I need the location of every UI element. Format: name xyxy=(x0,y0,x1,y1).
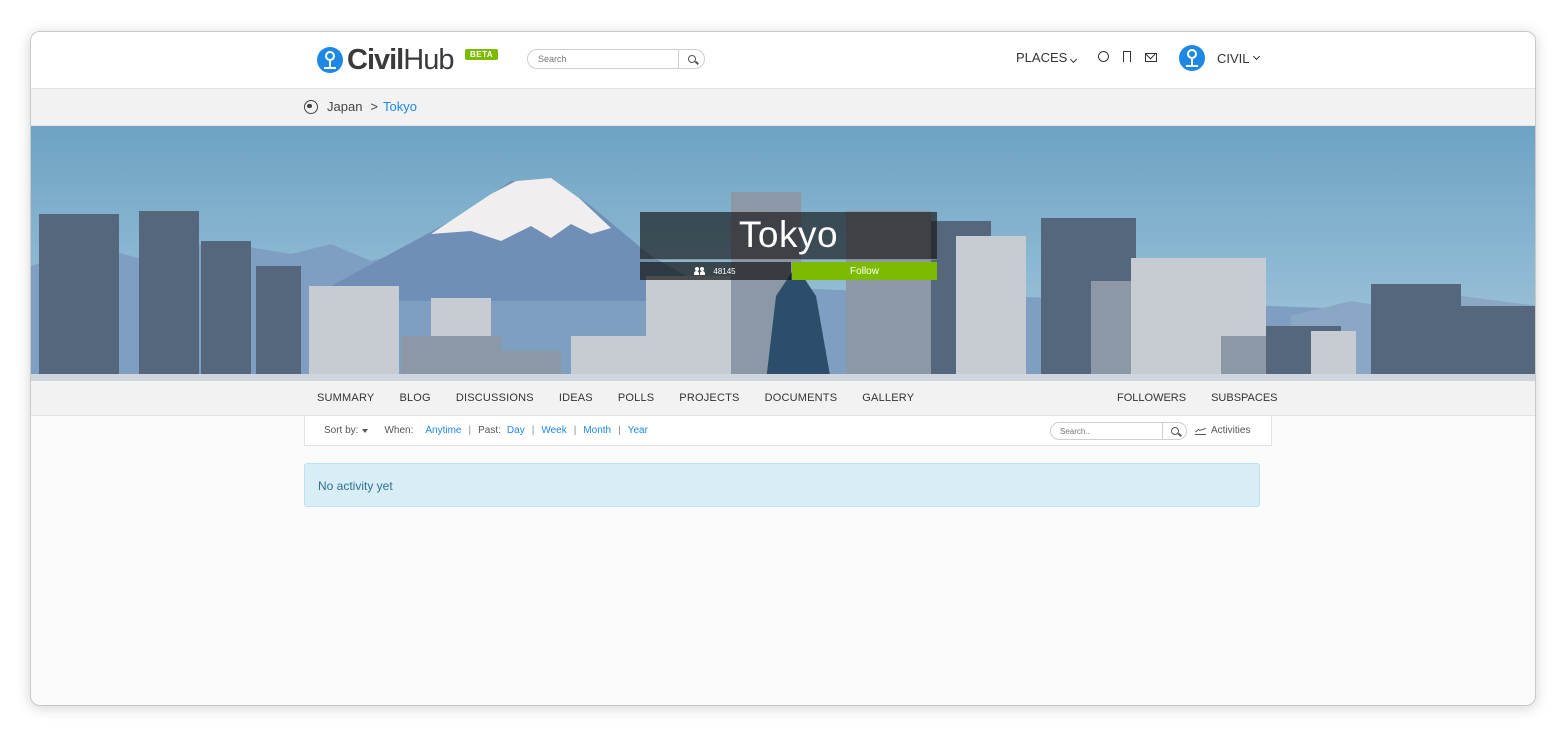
activity-filter-bar: Sort by: When: Anytime | Past: Day | Wee… xyxy=(304,416,1272,446)
tab-gallery[interactable]: GALLERY xyxy=(862,392,914,404)
place-title-box: Tokyo xyxy=(640,212,937,260)
filter-anytime[interactable]: Anytime xyxy=(425,425,461,436)
civilhub-logo[interactable]: CivilHub BETA xyxy=(317,44,499,76)
tabs-right: FOLLOWERS SUBSPACES xyxy=(1117,392,1303,404)
global-search xyxy=(527,49,705,69)
filter-day[interactable]: Day xyxy=(507,425,525,436)
tab-discussions[interactable]: DISCUSSIONS xyxy=(456,392,534,404)
avatar-icon xyxy=(1179,45,1205,71)
tab-subspaces[interactable]: SUBSPACES xyxy=(1211,392,1277,404)
bookmark-button[interactable] xyxy=(1123,50,1132,65)
search-icon xyxy=(687,55,696,63)
global-search-input[interactable] xyxy=(538,52,678,66)
follow-button[interactable]: Follow xyxy=(792,262,937,280)
earth-icon[interactable] xyxy=(304,99,318,114)
logo-text: CivilHub xyxy=(347,44,454,76)
breadcrumb-bar: Japan > Tokyo xyxy=(31,89,1535,126)
filter-options: Sort by: When: Anytime | Past: Day | Wee… xyxy=(324,425,648,436)
beta-badge: BETA xyxy=(465,49,499,60)
tab-summary[interactable]: SUMMARY xyxy=(317,392,374,404)
global-search-button[interactable] xyxy=(678,50,704,68)
past-label: Past: xyxy=(478,425,501,436)
sort-dropdown[interactable]: Sort by: xyxy=(324,425,384,436)
tab-documents[interactable]: DOCUMENTS xyxy=(765,392,838,404)
caret-down-icon xyxy=(362,429,369,433)
nav-right: PLACES xyxy=(1016,50,1158,65)
filter-year[interactable]: Year xyxy=(628,425,648,436)
divider: | xyxy=(618,425,621,436)
chevron-down-icon xyxy=(1252,52,1260,60)
activities-label: Activities xyxy=(1211,425,1251,436)
tab-projects[interactable]: PROJECTS xyxy=(679,392,739,404)
tab-ideas[interactable]: IDEAS xyxy=(559,392,593,404)
logo-sub: Hub xyxy=(403,44,454,76)
user-menu[interactable]: CIVIL xyxy=(1179,45,1260,71)
browser-frame: CivilHub BETA PLACES CIVIL Japan xyxy=(30,31,1536,706)
sort-label: Sort by: xyxy=(324,425,359,436)
activity-chart-icon xyxy=(1195,427,1206,435)
logo-icon xyxy=(317,47,343,73)
activity-search-input[interactable] xyxy=(1060,425,1155,437)
breadcrumb-separator: > xyxy=(370,99,379,114)
tab-blog[interactable]: BLOG xyxy=(399,392,430,404)
divider: | xyxy=(468,425,472,436)
globe-icon xyxy=(1098,50,1110,62)
people-icon xyxy=(694,267,705,275)
chevron-down-icon xyxy=(1070,55,1078,64)
place-banner: Tokyo 48145 Follow xyxy=(31,126,1535,381)
when-label: When: xyxy=(384,425,414,436)
section-tabs: SUMMARY BLOG DISCUSSIONS IDEAS POLLS PRO… xyxy=(31,381,1535,416)
logo-main: Civil xyxy=(347,44,404,76)
tabs-left: SUMMARY BLOG DISCUSSIONS IDEAS POLLS PRO… xyxy=(317,392,939,404)
places-label: PLACES xyxy=(1016,50,1068,65)
breadcrumb-current[interactable]: Tokyo xyxy=(383,99,417,114)
search-icon xyxy=(1170,427,1179,435)
mail-button[interactable] xyxy=(1145,51,1158,65)
followers-count: 48145 xyxy=(713,266,736,276)
followers-stat[interactable]: 48145 xyxy=(640,262,791,280)
activity-search xyxy=(1050,422,1187,440)
filter-week[interactable]: Week xyxy=(541,425,566,436)
empty-activity-alert: No activity yet xyxy=(304,463,1260,507)
activity-search-button[interactable] xyxy=(1162,423,1186,439)
filter-month[interactable]: Month xyxy=(583,425,611,436)
globe-button[interactable] xyxy=(1098,50,1110,65)
top-navbar: CivilHub BETA PLACES CIVIL xyxy=(31,32,1535,89)
tab-polls[interactable]: POLLS xyxy=(618,392,654,404)
mail-icon xyxy=(1145,52,1158,62)
bookmark-icon xyxy=(1123,50,1132,62)
alert-message: No activity yet xyxy=(318,479,393,493)
user-label: CIVIL xyxy=(1217,50,1250,66)
tab-followers[interactable]: FOLLOWERS xyxy=(1117,392,1186,404)
breadcrumb-parent[interactable]: Japan xyxy=(327,99,362,114)
breadcrumb: Japan > Tokyo xyxy=(304,99,417,114)
divider: | xyxy=(531,425,535,436)
place-title: Tokyo xyxy=(738,214,839,255)
divider: | xyxy=(573,425,577,436)
activities-toggle[interactable]: Activities xyxy=(1195,425,1250,436)
places-menu[interactable]: PLACES xyxy=(1016,50,1078,65)
